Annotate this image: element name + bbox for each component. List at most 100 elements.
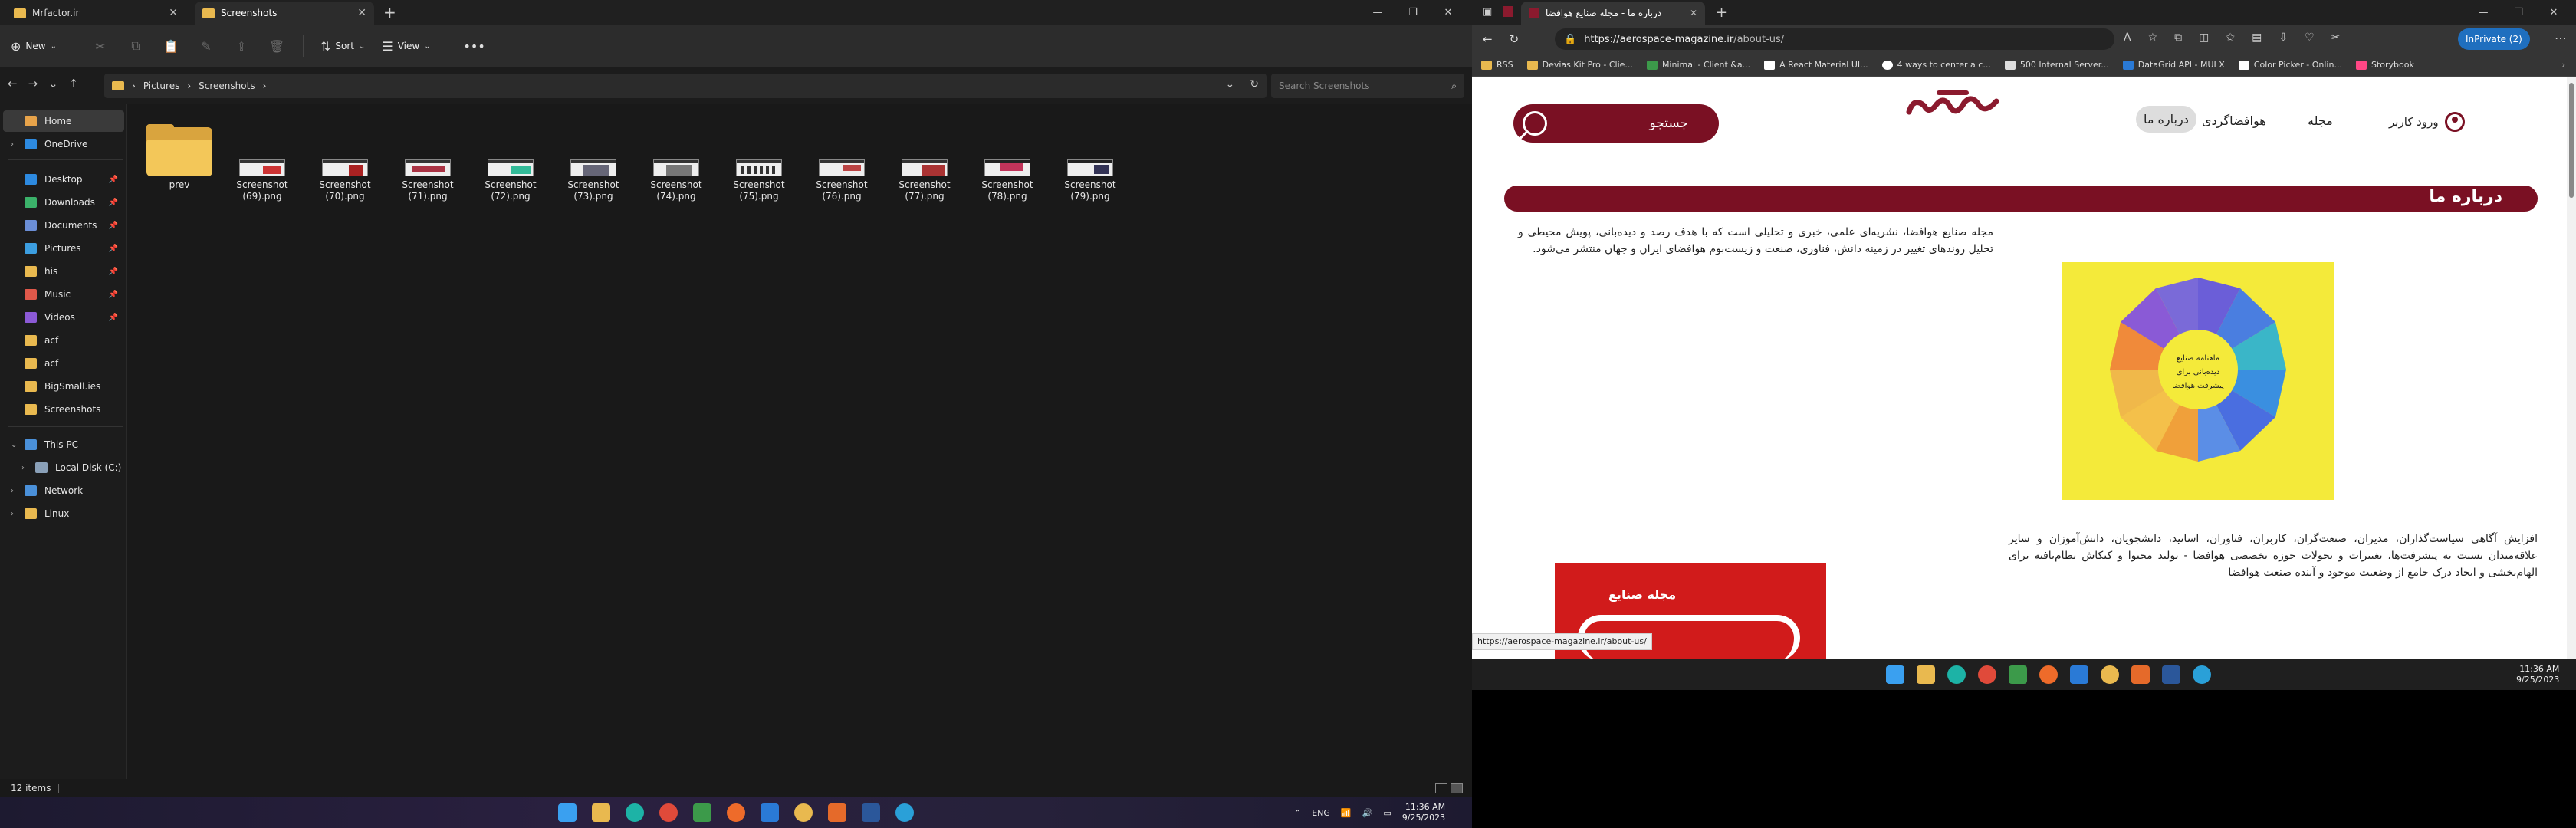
favorite-colorpicker[interactable]: Color Picker - Onlin... (2238, 60, 2342, 70)
back-icon[interactable]: ← (1483, 32, 1493, 46)
share-icon[interactable]: ⇪ (232, 37, 251, 55)
split-screen-icon[interactable]: ◫ (2199, 31, 2209, 44)
performance-icon[interactable]: ♡ (2305, 31, 2315, 44)
refresh-icon[interactable]: ↻ (1510, 32, 1520, 46)
sidebar-item-videos[interactable]: Videos 📌 (3, 307, 124, 328)
copy-icon[interactable]: ⧉ (127, 37, 145, 55)
chevron-down-icon[interactable]: ⌄ (11, 441, 21, 449)
download-icon[interactable]: ⇩ (2279, 31, 2288, 44)
file-explorer-icon[interactable] (592, 803, 610, 822)
more-options-icon[interactable]: ••• (463, 37, 485, 55)
new-tab-button[interactable]: + (1716, 5, 1727, 21)
nav-about-us[interactable]: درباره ما (2136, 106, 2196, 133)
clock[interactable]: 11:36 AM 9/25/2023 (2516, 664, 2559, 685)
sidebar-item-localdisk[interactable]: › Local Disk (C:) (3, 457, 124, 478)
sidebar-item-linux[interactable]: › Linux (3, 503, 124, 524)
browser-tab-active[interactable]: درباره ما - مجله صنایع هوافضا ✕ (1521, 2, 1705, 25)
chrome-canary-icon[interactable] (2101, 665, 2119, 684)
nav-magazine[interactable]: مجله (2308, 113, 2333, 128)
file-item[interactable]: Screenshot (79).png (1050, 120, 1130, 202)
minimize-icon[interactable]: — (1360, 0, 1395, 25)
chevron-right-icon[interactable]: › (2562, 60, 2565, 70)
vscode-icon[interactable] (761, 803, 779, 822)
chrome-canary-icon[interactable] (794, 803, 813, 822)
file-item[interactable]: Screenshot (78).png (968, 120, 1047, 202)
recent-chevron-icon[interactable]: ⌄ (48, 77, 58, 90)
new-tab-button[interactable]: + (383, 5, 396, 20)
favorite-devias[interactable]: Devias Kit Pro - Clie... (1526, 60, 1633, 70)
site-logo[interactable] (1906, 89, 1999, 123)
file-item[interactable]: Screenshot (74).png (636, 120, 716, 202)
maximize-icon[interactable]: ❐ (2501, 0, 2536, 25)
rename-icon[interactable]: ✎ (197, 37, 215, 55)
sidebar-item-acf[interactable]: acf (3, 330, 124, 351)
sidebar-item-onedrive[interactable]: › OneDrive (3, 133, 124, 155)
edge-dev-icon[interactable] (2193, 665, 2211, 684)
sidebar-item-music[interactable]: Music 📌 (3, 284, 124, 305)
tiles-view-icon[interactable] (1451, 783, 1463, 794)
xampp-icon[interactable] (2131, 665, 2150, 684)
sidebar-item-downloads[interactable]: Downloads 📌 (3, 192, 124, 213)
file-item[interactable]: Screenshot (76).png (802, 120, 882, 202)
file-item[interactable]: Screenshot (69).png (222, 120, 302, 202)
minimize-icon[interactable]: — (2466, 0, 2501, 25)
notepad-icon[interactable] (2009, 665, 2027, 684)
sort-button[interactable]: ⇅ Sort ⌄ (320, 39, 365, 54)
xampp-icon[interactable] (828, 803, 846, 822)
folder-item-prev[interactable]: prev (140, 120, 219, 191)
battery-icon[interactable]: ▭ (1383, 808, 1391, 818)
tab-screenshots[interactable]: Screenshots ✕ (195, 2, 374, 25)
breadcrumb-screenshots[interactable]: Screenshots (199, 80, 255, 91)
address-bar[interactable]: 🔒 https://aerospace-magazine.ir/about-us… (1555, 28, 2114, 50)
favorites-icon[interactable]: ✩ (2226, 31, 2235, 44)
favorite-react[interactable]: A React Material UI... (1764, 60, 1868, 70)
pinned-tab-icon[interactable] (1503, 6, 1513, 17)
login-link[interactable]: ورود کاربر (2389, 112, 2465, 132)
start-icon[interactable] (558, 803, 577, 822)
edge-icon[interactable] (1947, 665, 1966, 684)
notepad-icon[interactable] (693, 803, 711, 822)
chrome-icon[interactable] (659, 803, 678, 822)
file-item[interactable]: Screenshot (75).png (719, 120, 799, 202)
more-options-icon[interactable]: ⋯ (2555, 31, 2567, 45)
nav-aerospace-tourism[interactable]: هوافضاگردی (2202, 113, 2266, 128)
vscode-icon[interactable] (2070, 665, 2088, 684)
word-icon[interactable] (862, 803, 880, 822)
sidebar-item-screenshots[interactable]: Screenshots (3, 399, 124, 420)
wifi-icon[interactable]: 📶 (1341, 808, 1352, 818)
file-item[interactable]: Screenshot (73).png (554, 120, 633, 202)
back-icon[interactable]: ← (8, 77, 18, 90)
new-button[interactable]: ⊕ New ⌄ (11, 39, 57, 54)
view-button[interactable]: ☰ View ⌄ (382, 39, 430, 54)
breadcrumb-pictures[interactable]: Pictures (143, 80, 180, 91)
chevron-right-icon[interactable]: › (21, 464, 32, 472)
close-icon[interactable]: ✕ (169, 7, 178, 19)
file-item[interactable]: Screenshot (77).png (885, 120, 964, 202)
edge-icon[interactable] (626, 803, 644, 822)
refresh-icon[interactable]: ↻ (1250, 78, 1259, 90)
read-aloud-icon[interactable]: A (2124, 31, 2131, 44)
favorite-storybook[interactable]: Storybook (2355, 60, 2414, 70)
chevron-right-icon[interactable]: › (11, 510, 21, 518)
close-icon[interactable]: ✕ (1690, 8, 1697, 18)
firefox-icon[interactable] (2039, 665, 2058, 684)
favorite-center[interactable]: 4 ways to center a c... (1881, 60, 1991, 70)
sidebar-item-his[interactable]: his 📌 (3, 261, 124, 282)
collections-icon[interactable]: ▤ (2252, 31, 2262, 44)
word-icon[interactable] (2162, 665, 2180, 684)
address-bar[interactable]: › Pictures › Screenshots › ⌄ ↻ (104, 74, 1267, 98)
scroll-thumb[interactable] (2569, 83, 2574, 198)
close-window-icon[interactable]: ✕ (1431, 0, 1466, 25)
delete-icon[interactable]: 🗑 (268, 37, 286, 55)
start-icon[interactable] (1886, 665, 1904, 684)
sidebar-item-desktop[interactable]: Desktop 📌 (3, 169, 124, 190)
favorite-star-icon[interactable]: ☆ (2148, 31, 2158, 44)
chevron-down-icon[interactable]: ⌄ (1226, 78, 1235, 90)
firefox-icon[interactable] (727, 803, 745, 822)
file-item[interactable]: Screenshot (71).png (388, 120, 468, 202)
inprivate-badge[interactable]: InPrivate (2) (2458, 28, 2530, 50)
clock[interactable]: 11:36 AM 9/25/2023 (1402, 802, 1445, 823)
chevron-right-icon[interactable]: › (11, 140, 21, 149)
favorite-datagrid[interactable]: DataGrid API - MUI X (2122, 60, 2225, 70)
close-icon[interactable]: ✕ (357, 7, 366, 19)
